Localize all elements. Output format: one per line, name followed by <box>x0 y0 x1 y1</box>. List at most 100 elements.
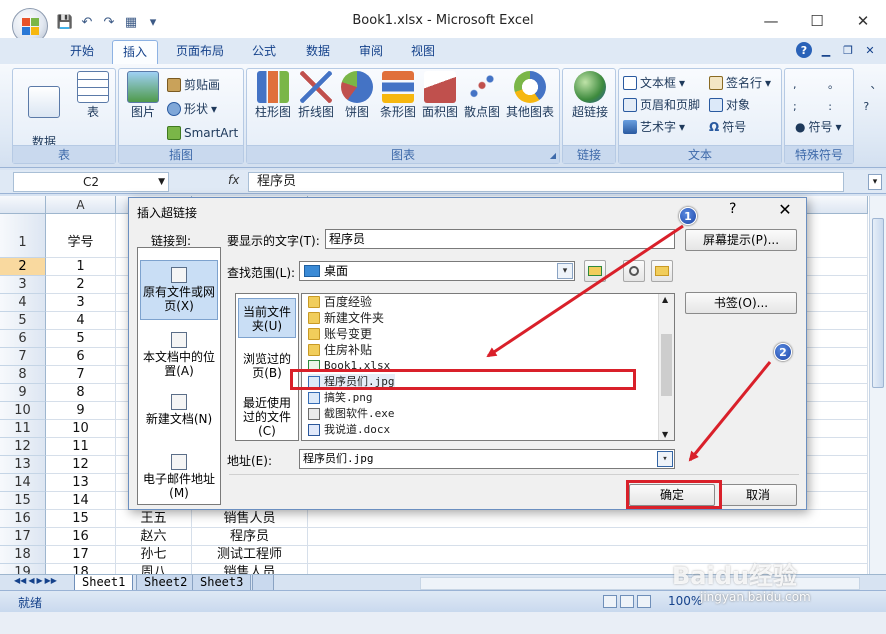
cell-a[interactable]: 5 <box>46 330 116 348</box>
textbox-button[interactable]: 文本框 ▾ <box>623 73 685 93</box>
cell-b[interactable]: 王五 <box>116 510 192 528</box>
cell-c[interactable]: 销售人员 <box>192 510 308 528</box>
row-header[interactable]: 19 <box>0 564 46 574</box>
web-search-icon[interactable] <box>623 260 645 282</box>
file-list[interactable]: 百度经验 新建文件夹 账号变更 住房补贴 Book1.xlsx 程序员们.jpg 搞笑.pn… <box>301 293 675 441</box>
cell-a[interactable]: 1 <box>46 258 116 276</box>
row-header[interactable]: 5 <box>0 312 46 330</box>
normal-view-icon[interactable] <box>603 595 617 608</box>
row-header[interactable]: 1 <box>0 214 46 258</box>
column-header-a[interactable]: A <box>46 196 116 214</box>
special-symbols-row-2[interactable]: ; : ? <box>793 97 883 117</box>
page-break-view-icon[interactable] <box>637 595 651 608</box>
tab-view[interactable]: 视图 <box>402 40 444 64</box>
fx-icon[interactable]: fx <box>228 173 239 187</box>
cell-a[interactable]: 9 <box>46 402 116 420</box>
tab-page-layout[interactable]: 页面布局 <box>166 40 234 64</box>
name-box[interactable]: C2 ▼ <box>13 172 169 192</box>
tab-review[interactable]: 审阅 <box>350 40 392 64</box>
row-header[interactable]: 15 <box>0 492 46 510</box>
cell-a[interactable]: 13 <box>46 474 116 492</box>
cell-b[interactable]: 孙七 <box>116 546 192 564</box>
cell-a[interactable]: 18 <box>46 564 116 574</box>
cell-a[interactable]: 14 <box>46 492 116 510</box>
vertical-scroll-thumb[interactable] <box>872 218 884 388</box>
special-symbol-button[interactable]: ● 符号 ▾ <box>795 117 842 137</box>
row-header[interactable]: 14 <box>0 474 46 492</box>
ribbon-restore-icon[interactable]: ❐ <box>840 42 856 58</box>
maximize-button[interactable]: ☐ <box>794 0 840 42</box>
file-item[interactable]: 百度经验 <box>308 294 372 310</box>
row-header[interactable]: 7 <box>0 348 46 366</box>
row-header[interactable]: 16 <box>0 510 46 528</box>
tab-insert[interactable]: 插入 <box>112 40 158 64</box>
chart-scatter-button[interactable]: 散点图 <box>461 71 503 120</box>
cell-a[interactable]: 3 <box>46 294 116 312</box>
row-header[interactable]: 18 <box>0 546 46 564</box>
display-text-input[interactable]: 程序员 <box>325 229 675 249</box>
look-in-dropdown-icon[interactable]: ▾ <box>557 263 573 279</box>
cell-a[interactable]: 8 <box>46 384 116 402</box>
file-item[interactable]: 新建文件夹 <box>308 310 384 326</box>
cell-rest[interactable] <box>308 510 868 528</box>
chart-area-button[interactable]: 面积图 <box>419 71 461 120</box>
row-header[interactable]: 11 <box>0 420 46 438</box>
sheet-tab-1[interactable]: Sheet1 <box>74 575 134 591</box>
file-item[interactable]: 住房补贴 <box>308 342 372 358</box>
chart-bar-button[interactable]: 条形图 <box>377 71 419 120</box>
header-footer-button[interactable]: 页眉和页脚 <box>623 95 700 115</box>
signature-line-button[interactable]: 签名行 ▾ <box>709 73 771 93</box>
row-header[interactable]: 13 <box>0 456 46 474</box>
file-item[interactable]: 截图软件.exe <box>308 406 395 422</box>
file-item[interactable]: 账号变更 <box>308 326 372 342</box>
row-header[interactable]: 8 <box>0 366 46 384</box>
row-header[interactable]: 9 <box>0 384 46 402</box>
cell-a[interactable]: 15 <box>46 510 116 528</box>
tab-home[interactable]: 开始 <box>56 40 108 64</box>
dialog-help-icon[interactable]: ? <box>729 201 736 217</box>
link-new-document[interactable]: 新建文档(N) <box>140 388 218 434</box>
tab-formulas[interactable]: 公式 <box>242 40 286 64</box>
file-list-scrollbar[interactable]: ▲ ▼ <box>658 294 674 440</box>
table-button[interactable]: 表 <box>73 71 113 120</box>
cell-b[interactable]: 周八 <box>116 564 192 574</box>
nav-current-folder[interactable]: 当前文件夹(U) <box>238 298 296 338</box>
symbol-button[interactable]: Ω 符号 <box>709 117 746 137</box>
cell-rest[interactable] <box>308 528 868 546</box>
formula-input[interactable]: 程序员 <box>248 172 844 192</box>
up-folder-icon[interactable] <box>584 260 606 282</box>
shapes-button[interactable]: 形状 ▾ <box>167 99 217 119</box>
hyperlink-button[interactable]: 超链接 <box>567 71 613 120</box>
ribbon-minimize-icon[interactable]: ▁ <box>818 42 834 58</box>
smartart-button[interactable]: SmartArt <box>167 123 238 143</box>
row-header[interactable]: 6 <box>0 330 46 348</box>
cancel-button[interactable]: 取消 <box>719 484 797 506</box>
page-layout-view-icon[interactable] <box>620 595 634 608</box>
address-input[interactable]: 程序员们.jpg ▾ <box>299 449 675 469</box>
row-header[interactable]: 17 <box>0 528 46 546</box>
nav-browsed-pages[interactable]: 浏览过的页(B) <box>238 346 296 386</box>
file-item[interactable]: 我说道.docx <box>308 422 390 438</box>
chart-pie-button[interactable]: 饼图 <box>339 71 375 120</box>
cell-b[interactable]: 赵六 <box>116 528 192 546</box>
row-header[interactable]: 4 <box>0 294 46 312</box>
browse-folder-icon[interactable] <box>651 260 673 282</box>
cell-c[interactable]: 程序员 <box>192 528 308 546</box>
cell-a[interactable]: 6 <box>46 348 116 366</box>
dialog-close-icon[interactable]: ✕ <box>771 200 799 219</box>
scroll-down-icon[interactable]: ▼ <box>662 430 668 439</box>
sheet-tab-3[interactable]: Sheet3 <box>192 575 252 591</box>
address-dropdown-icon[interactable]: ▾ <box>657 451 673 467</box>
bookmark-button[interactable]: 书签(O)... <box>685 292 797 314</box>
cell-a[interactable]: 12 <box>46 456 116 474</box>
look-in-select[interactable]: 桌面 ▾ <box>299 261 575 281</box>
help-icon[interactable]: ? <box>796 42 812 58</box>
minimize-button[interactable]: — <box>748 0 794 42</box>
row-header[interactable]: 3 <box>0 276 46 294</box>
row-header[interactable]: 10 <box>0 402 46 420</box>
chart-other-button[interactable]: 其他图表 <box>503 71 557 120</box>
ribbon-close-icon[interactable]: ✕ <box>862 42 878 58</box>
cell-a[interactable]: 16 <box>46 528 116 546</box>
sheet-tab-2[interactable]: Sheet2 <box>136 575 196 591</box>
cell-c[interactable]: 销售人员 <box>192 564 308 574</box>
